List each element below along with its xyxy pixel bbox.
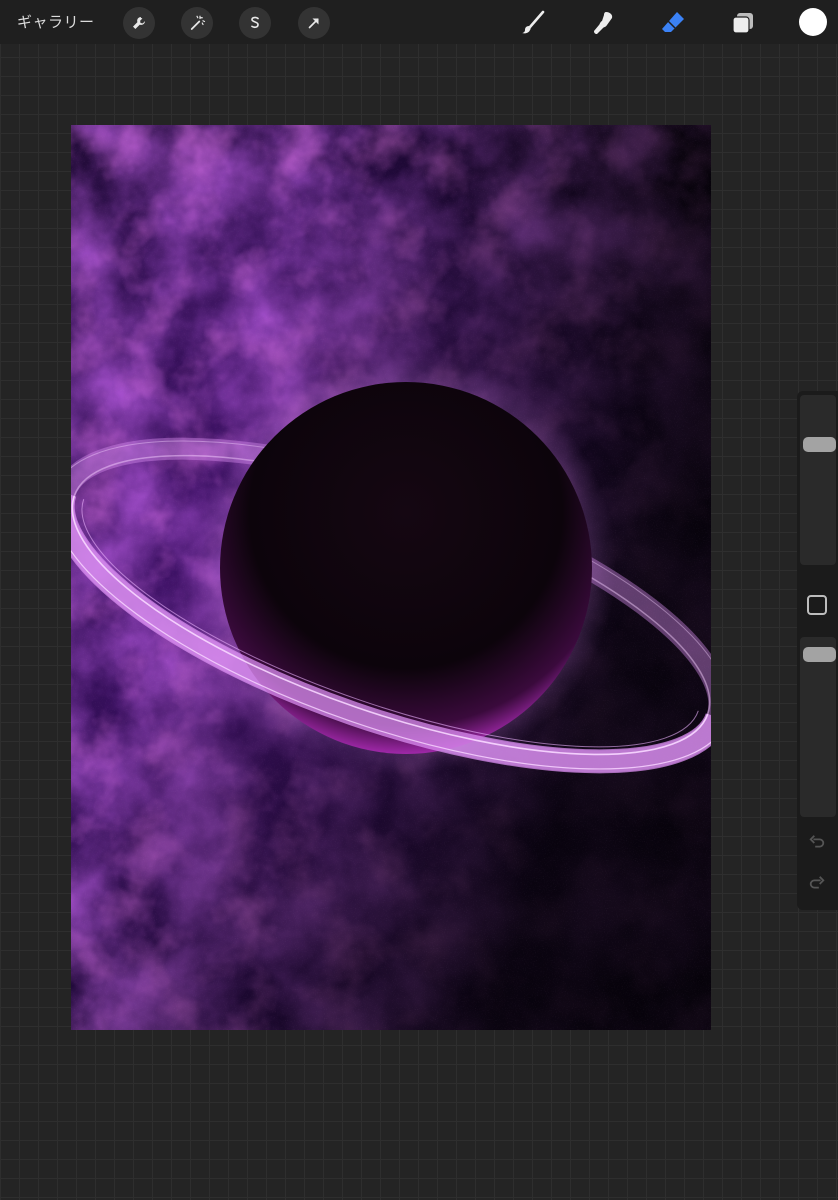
brush-size-thumb[interactable] — [803, 437, 836, 452]
eraser-icon[interactable] — [656, 6, 690, 40]
redo-icon[interactable] — [806, 873, 828, 895]
selection-s-icon[interactable] — [239, 7, 271, 39]
top-toolbar: ギャラリー — [0, 0, 838, 44]
color-picker-swatch[interactable] — [799, 8, 827, 36]
transform-arrow-icon[interactable] — [298, 7, 330, 39]
undo-icon[interactable] — [806, 832, 828, 854]
opacity-slider[interactable] — [800, 637, 836, 817]
brush-sidebar — [797, 391, 838, 910]
layers-icon[interactable] — [726, 6, 760, 40]
smudge-icon[interactable] — [586, 6, 620, 40]
gallery-button[interactable]: ギャラリー — [17, 10, 95, 34]
planet-artwork — [71, 125, 711, 1030]
modify-button[interactable] — [807, 595, 827, 615]
drawing-canvas[interactable] — [71, 125, 711, 1030]
opacity-thumb[interactable] — [803, 647, 836, 662]
brush-icon[interactable] — [516, 6, 550, 40]
wrench-icon[interactable] — [123, 7, 155, 39]
brush-size-slider[interactable] — [800, 395, 836, 565]
magic-wand-icon[interactable] — [181, 7, 213, 39]
